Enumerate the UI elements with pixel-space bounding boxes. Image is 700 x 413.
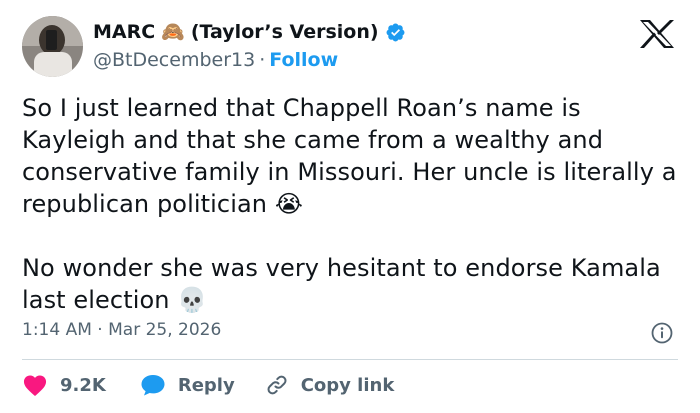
skull-emoji: 💀 <box>177 286 208 314</box>
tweet-paragraph-2: No wonder she was very hesitant to endor… <box>22 254 669 314</box>
author-handle-row: @BtDecember13 · Follow <box>93 49 338 71</box>
like-count: 9.2K <box>60 374 106 396</box>
x-logo-icon[interactable] <box>636 19 678 49</box>
tweet-time[interactable]: 1:14 AM <box>22 320 92 340</box>
meta-separator: · <box>97 320 103 340</box>
divider <box>22 359 678 360</box>
tweet-paragraph-1: So I just learned that Chappell Roan’s n… <box>22 94 685 218</box>
like-button[interactable]: 9.2K <box>22 373 106 397</box>
author-handle[interactable]: @BtDecember13 <box>93 49 255 71</box>
copy-link-button[interactable]: Copy link <box>265 373 395 397</box>
reply-button[interactable]: Reply <box>140 373 235 397</box>
author-name-row[interactable]: MARC 🙈 (Taylor’s Version) <box>93 21 406 43</box>
copy-link-label: Copy link <box>300 374 395 396</box>
author-display-name[interactable]: MARC <box>93 21 155 43</box>
reply-label: Reply <box>177 374 235 396</box>
heart-icon <box>23 375 47 397</box>
info-icon[interactable] <box>651 322 673 344</box>
follow-button[interactable]: Follow <box>269 49 338 71</box>
tweet-timestamp[interactable]: 1:14 AM · Mar 25, 2026 <box>22 320 221 340</box>
avatar[interactable] <box>22 16 83 77</box>
reply-bubble-icon <box>141 375 165 396</box>
tweet-actions: 9.2K Reply Copy link <box>22 372 394 398</box>
see-no-evil-monkey-emoji: 🙈 <box>161 20 185 43</box>
tweet-text: So I just learned that Chappell Roan’s n… <box>22 92 682 316</box>
author-name-suffix[interactable]: (Taylor’s Version) <box>191 21 379 43</box>
loudly-crying-face-emoji: 😭 <box>274 190 303 218</box>
link-icon <box>267 375 287 395</box>
tweet-date[interactable]: Mar 25, 2026 <box>108 320 221 340</box>
verified-badge-icon <box>386 23 405 41</box>
handle-separator: · <box>259 49 266 71</box>
